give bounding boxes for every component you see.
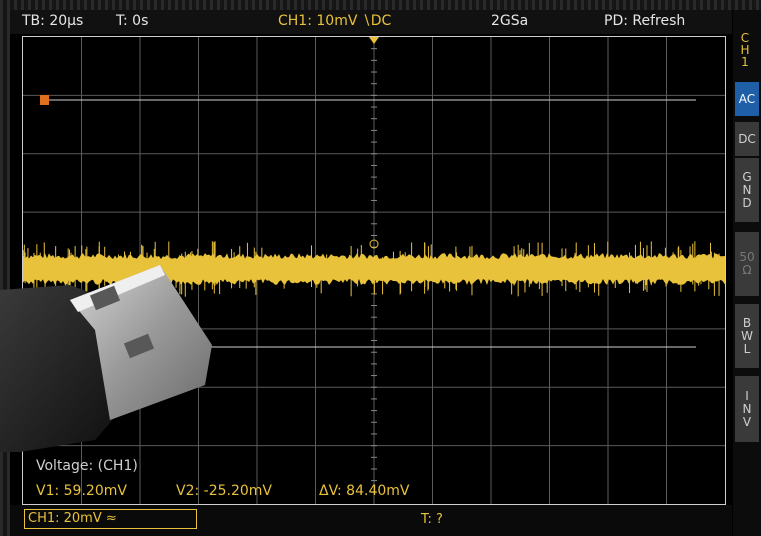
usb-plug-image xyxy=(0,265,212,452)
